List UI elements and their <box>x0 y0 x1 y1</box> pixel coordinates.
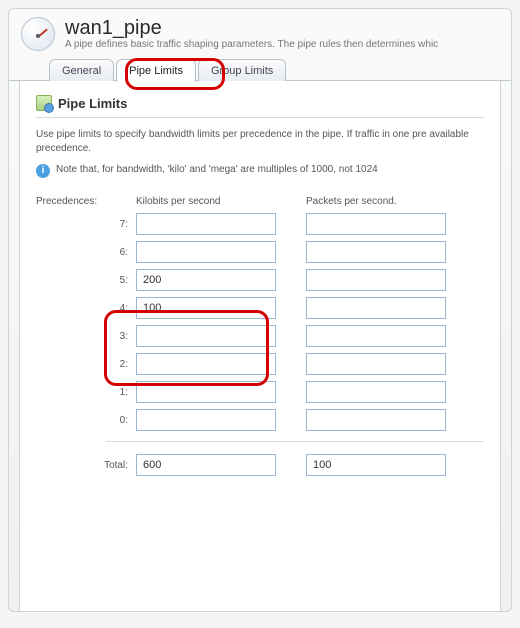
note-text: Note that, for bandwidth, 'kilo' and 'me… <box>56 164 378 175</box>
row-label: 3: <box>36 331 136 342</box>
kbps-input-0[interactable] <box>136 409 276 431</box>
pps-input-4[interactable] <box>306 297 446 319</box>
precedence-row-7: 7: <box>36 213 484 235</box>
row-label: 1: <box>36 387 136 398</box>
precedence-row-1: 1: <box>36 381 484 403</box>
kbps-input-3[interactable] <box>136 325 276 347</box>
precedence-row-5: 5: <box>36 269 484 291</box>
divider <box>36 117 484 118</box>
kbps-input-7[interactable] <box>136 213 276 235</box>
title-block: wan1_pipe A pipe defines basic traffic s… <box>65 17 499 50</box>
page-title: wan1_pipe <box>65 17 499 39</box>
section-title: Pipe Limits <box>58 96 127 111</box>
kbps-input-6[interactable] <box>136 241 276 263</box>
pps-input-3[interactable] <box>306 325 446 347</box>
row-label: 7: <box>36 219 136 230</box>
info-icon: i <box>36 164 50 178</box>
totals-divider <box>106 441 484 442</box>
row-label: 0: <box>36 415 136 426</box>
tab-content: Pipe Limits Use pipe limits to specify b… <box>19 81 501 612</box>
precedence-row-2: 2: <box>36 353 484 375</box>
pps-input-5[interactable] <box>306 269 446 291</box>
row-label: 4: <box>36 303 136 314</box>
panel-header: wan1_pipe A pipe defines basic traffic s… <box>9 9 511 55</box>
col-label-precedences: Precedences: <box>36 196 136 207</box>
col-label-kbps: Kilobits per second <box>136 196 276 207</box>
tab-bar: General Pipe Limits Group Limits <box>9 55 511 81</box>
tab-pipe-limits[interactable]: Pipe Limits <box>116 59 196 82</box>
kbps-input-5[interactable] <box>136 269 276 291</box>
kbps-input-1[interactable] <box>136 381 276 403</box>
kbps-total-input[interactable] <box>136 454 276 476</box>
columns-header: Precedences: Kilobits per second Packets… <box>36 196 484 207</box>
section-header: Pipe Limits <box>36 95 484 111</box>
pipe-limits-icon <box>36 95 52 111</box>
page-subtitle: A pipe defines basic traffic shaping par… <box>65 39 499 50</box>
kbps-input-4[interactable] <box>136 297 276 319</box>
pipe-config-panel: wan1_pipe A pipe defines basic traffic s… <box>8 8 512 612</box>
col-label-pps: Packets per second. <box>306 196 446 207</box>
pps-input-6[interactable] <box>306 241 446 263</box>
kbps-input-2[interactable] <box>136 353 276 375</box>
totals-label: Total: <box>36 460 136 471</box>
row-label: 5: <box>36 275 136 286</box>
row-label: 6: <box>36 247 136 258</box>
pps-input-1[interactable] <box>306 381 446 403</box>
pps-input-0[interactable] <box>306 409 446 431</box>
pps-input-2[interactable] <box>306 353 446 375</box>
help-text: Use pipe limits to specify bandwidth lim… <box>36 128 484 156</box>
pps-total-input[interactable] <box>306 454 446 476</box>
tab-group-limits[interactable]: Group Limits <box>198 59 286 81</box>
precedence-row-4: 4: <box>36 297 484 319</box>
precedence-row-3: 3: <box>36 325 484 347</box>
precedence-row-6: 6: <box>36 241 484 263</box>
precedence-row-0: 0: <box>36 409 484 431</box>
pps-input-7[interactable] <box>306 213 446 235</box>
note-row: i Note that, for bandwidth, 'kilo' and '… <box>36 164 484 178</box>
tab-general[interactable]: General <box>49 59 114 81</box>
row-label: 2: <box>36 359 136 370</box>
totals-row: Total: <box>36 454 484 476</box>
gauge-icon <box>21 17 55 51</box>
